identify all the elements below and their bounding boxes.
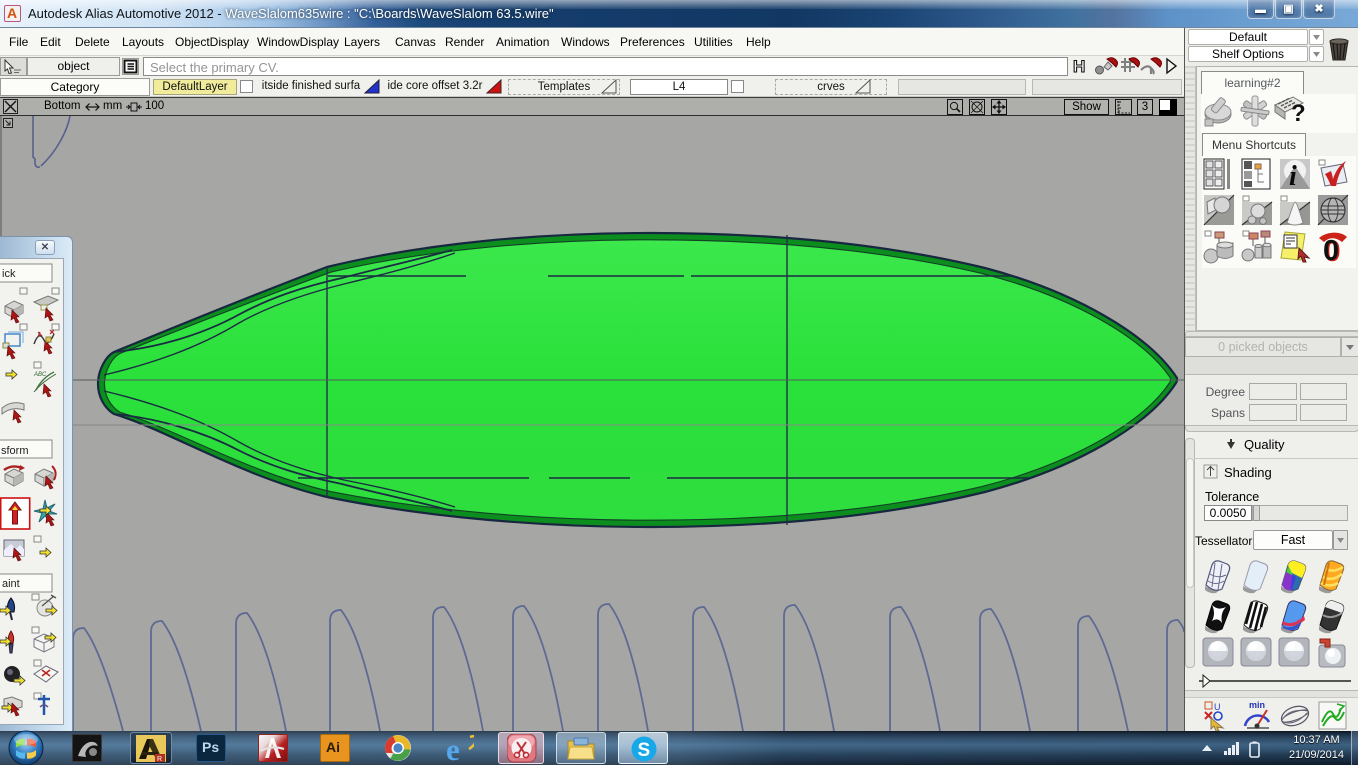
svg-text:U: U [1214, 702, 1221, 712]
svg-text:H: H [1073, 57, 1085, 76]
svg-text:ick: ick [2, 268, 16, 280]
svg-text:e: e [446, 734, 460, 762]
svg-text:sform: sform [1, 445, 29, 457]
svg-text:S: S [638, 740, 651, 761]
svg-text:0: 0 [1323, 235, 1339, 266]
svg-text:R: R [157, 756, 162, 763]
svg-text:min: min [1249, 700, 1265, 710]
svg-text:i: i [1289, 161, 1297, 192]
svg-text:?: ? [1291, 100, 1305, 127]
svg-text:aint: aint [2, 578, 20, 590]
svg-text:ABC: ABC [33, 372, 47, 378]
